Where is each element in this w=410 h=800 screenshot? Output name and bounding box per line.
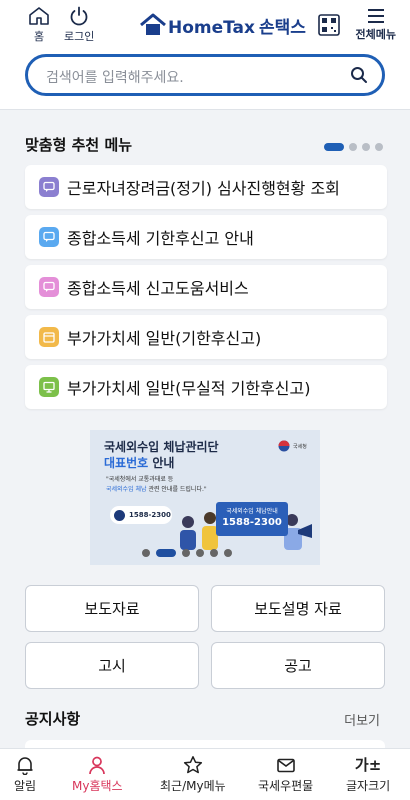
pager-dot[interactable]: [349, 143, 357, 151]
nav-mail-label: 국세우편물: [258, 779, 314, 793]
pager-dot[interactable]: [362, 143, 370, 151]
notification-button[interactable]: 고시: [25, 642, 199, 689]
star-icon: [183, 756, 202, 774]
banner-dot[interactable]: [224, 549, 232, 557]
nav-alarm[interactable]: 알림: [14, 755, 36, 794]
banner-dot-active[interactable]: [156, 549, 176, 557]
banner-title-rest: 안내: [148, 456, 175, 470]
banner-phone: 1588-2300: [129, 511, 171, 519]
phone-icon: [114, 509, 125, 521]
promo-banner[interactable]: 국세외수입 체납관리단 대표번호 안내 "국세청에서 교통과태료 등 국세외수입…: [90, 430, 320, 565]
home-label: 홈: [33, 30, 45, 43]
banner-dot[interactable]: [142, 549, 150, 557]
banner-desc-rest: 관련 안내를 드립니다.": [146, 486, 207, 493]
nav-recent-menu[interactable]: 최근/My메뉴: [160, 755, 226, 794]
nav-my-hometax[interactable]: My홈택스: [72, 755, 123, 794]
recommend-item-label: 부가가치세 일반(기한후신고): [67, 329, 262, 348]
bottom-nav: 알림 My홈택스 최근/My메뉴 국세우편물 가± 글자크기: [0, 748, 410, 800]
banner-dot[interactable]: [210, 549, 218, 557]
recommend-item[interactable]: 부가가치세 일반(무실적 기한후신고): [25, 365, 387, 409]
nav-font-size[interactable]: 가± 글자크기: [346, 755, 390, 794]
chat-icon: [39, 227, 59, 247]
banner-card: 국세외수입 체납안내 1588-2300: [216, 502, 288, 536]
nav-recent-label: 최근/My메뉴: [160, 779, 226, 793]
mail-icon: [276, 758, 295, 773]
chat-icon: [39, 277, 59, 297]
announcement-button[interactable]: 공고: [211, 642, 385, 689]
recommend-item[interactable]: 종합소득세 신고도움서비스: [25, 265, 387, 309]
banner-dot[interactable]: [182, 549, 190, 557]
notice-title: 공지사항: [25, 710, 81, 728]
banner-dot[interactable]: [196, 549, 204, 557]
logo-en: HomeTax: [168, 17, 255, 38]
recommend-item-label: 근로자녀장려금(정기) 심사진행현황 조회: [67, 179, 340, 198]
recommend-item[interactable]: 종합소득세 기한후신고 안내: [25, 215, 387, 259]
taegeuk-icon: [278, 440, 290, 452]
all-menu-label: 전체메뉴: [355, 28, 396, 41]
calendar-icon: [39, 327, 59, 347]
pager-dot-active[interactable]: [324, 143, 344, 151]
banner-desc-highlight: 국세외수입 체납: [106, 486, 147, 493]
home-icon: [29, 7, 49, 25]
qr-code-icon: [318, 14, 340, 36]
recommend-item[interactable]: 근로자녀장려금(정기) 심사진행현황 조회: [25, 165, 387, 209]
hometax-logo[interactable]: HomeTax 손택스: [140, 10, 306, 40]
pager-dot[interactable]: [375, 143, 383, 151]
search-icon[interactable]: [350, 66, 368, 84]
recommend-list: 근로자녀장려금(정기) 심사진행현황 조회 종합소득세 기한후신고 안내 종합소…: [25, 165, 387, 415]
home-button[interactable]: 홈: [28, 6, 50, 44]
app-header: 홈 로그인 HomeTax 손택스 전체메뉴 검색어를 입력해주세요.: [0, 0, 410, 110]
bell-icon: [17, 757, 33, 775]
nav-my-label: My홈택스: [72, 779, 123, 793]
press-explanation-button[interactable]: 보도설명 자료: [211, 585, 385, 632]
logo-house-icon: [140, 13, 166, 35]
recommend-item-label: 종합소득세 신고도움서비스: [67, 279, 249, 298]
login-label: 로그인: [64, 30, 95, 43]
banner-title-line1: 국세외수입 체납관리단: [104, 440, 219, 454]
notice-more-link[interactable]: 더보기: [344, 710, 380, 729]
agency-emblem: 국세청: [278, 440, 307, 452]
press-release-button[interactable]: 보도자료: [25, 585, 199, 632]
logo-ko: 손택스: [259, 17, 306, 38]
person-icon: [89, 756, 106, 775]
login-button[interactable]: 로그인: [64, 6, 94, 44]
recommend-item-label: 종합소득세 기한후신고 안내: [67, 229, 254, 248]
search-input[interactable]: 검색어를 입력해주세요.: [25, 54, 385, 96]
banner-title-line2: 대표번호 안내: [104, 454, 174, 471]
nav-tax-mail[interactable]: 국세우편물: [258, 755, 313, 794]
search-placeholder: 검색어를 입력해주세요.: [46, 70, 184, 86]
recommend-item-label: 부가가치세 일반(무실적 기한후신고): [67, 379, 311, 398]
font-size-icon: 가±: [354, 756, 382, 774]
recommend-item[interactable]: 부가가치세 일반(기한후신고): [25, 315, 387, 359]
recommend-title: 맞춤형 추천 메뉴: [25, 136, 133, 154]
agency-label: 국세청: [293, 443, 307, 450]
chat-icon: [39, 177, 59, 197]
banner-desc-line1: "국세청에서 교통과태료 등: [106, 476, 174, 483]
all-menu-button[interactable]: 전체메뉴: [356, 6, 396, 42]
banner-card-title: 국세외수입 체납안내: [226, 508, 278, 515]
hamburger-icon: [367, 9, 384, 23]
monitor-icon: [39, 377, 59, 397]
banner-title-highlight: 대표번호: [104, 456, 149, 470]
banner-desc-line2: 국세외수입 체납 관련 안내를 드립니다.": [106, 484, 207, 493]
banner-card-phone: 1588-2300: [222, 517, 282, 528]
nav-font-label: 글자크기: [346, 779, 391, 793]
power-icon: [70, 6, 88, 26]
banner-phone-pill: 1588-2300: [110, 506, 172, 524]
qr-button[interactable]: [318, 14, 340, 40]
banner-pager[interactable]: [142, 549, 232, 557]
nav-alarm-label: 알림: [14, 779, 37, 793]
recommend-pager[interactable]: [324, 143, 383, 151]
